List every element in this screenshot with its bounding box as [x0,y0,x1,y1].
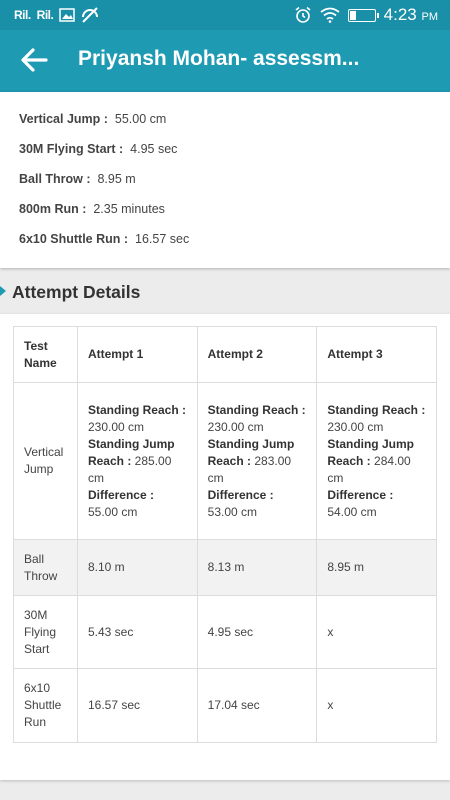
attempt-cell: x [316,595,437,669]
attempt-cell: Standing Reach : 230.00 cm Standing Jump… [316,382,437,540]
table-row-shuttle-run: 6x10 Shuttle Run 16.57 sec 17.04 sec x [13,668,437,743]
table-row-flying-start: 30M Flying Start 5.43 sec 4.95 sec x [13,595,437,669]
header-attempt-2: Attempt 2 [196,326,318,383]
summary-row-ball-throw: Ball Throw : 8.95 m [19,172,136,186]
attempt-cell: Standing Reach : 230.00 cm Standing Jump… [196,382,318,540]
summary-row-shuttle-run: 6x10 Shuttle Run : 16.57 sec [19,232,190,246]
table-header-row: Test Name Attempt 1 Attempt 2 Attempt 3 [13,326,437,383]
no-data-icon [82,7,99,23]
back-arrow-icon[interactable] [18,44,50,76]
attempt-cell: 4.95 sec [196,595,318,669]
test-name-cell: 6x10 Shuttle Run [13,668,78,743]
wifi-icon [320,7,340,23]
alarm-icon [295,6,311,23]
attempt-cell: 17.04 sec [196,668,318,743]
signal-strength-2: Ril. [36,8,54,22]
test-name-cell: Ball Throw [13,539,78,596]
attempt-details-card: Test Name Attempt 1 Attempt 2 Attempt 3 … [0,314,450,780]
image-icon [59,8,76,22]
attempt-cell: 8.95 m [316,539,437,596]
summary-row-800m-run: 800m Run : 2.35 minutes [19,202,165,216]
summary-row-vertical-jump: Vertical Jump : 55.00 cm [19,112,167,126]
best-results-card: Vertical Jump : 55.00 cm 30M Flying Star… [0,92,450,268]
status-bar: Ril. Ril. 4:23 PM [0,0,450,30]
battery-icon [347,8,379,22]
header-test-name: Test Name [13,326,78,383]
attempt-cell: x [316,668,437,743]
section-marker-icon [0,286,6,296]
attempt-cell: Standing Reach : 230.00 cm Standing Jump… [76,382,198,540]
test-name-cell: 30M Flying Start [13,595,78,669]
clock: 4:23 PM [383,5,438,24]
header-attempt-1: Attempt 1 [76,326,198,383]
test-name-cell: Vertical Jump [13,382,78,540]
attempt-details-table: Test Name Attempt 1 Attempt 2 Attempt 3 … [13,326,437,743]
signal-strength-1: Ril. [14,8,31,22]
table-row-ball-throw: Ball Throw 8.10 m 8.13 m 8.95 m [13,539,437,596]
attempt-cell: 8.10 m [76,539,198,596]
table-row-vertical-jump: Vertical Jump Standing Reach : 230.00 cm… [13,382,437,540]
attempt-cell: 8.13 m [196,539,318,596]
attempt-cell: 16.57 sec [76,668,198,743]
section-title: Attempt Details [12,282,141,302]
attempt-details-header: Attempt Details [0,276,450,314]
app-bar: Priyansh Mohan- assessm... [0,30,450,92]
page-title: Priyansh Mohan- assessm... [78,47,360,70]
attempt-cell: 5.43 sec [76,595,198,669]
header-attempt-3: Attempt 3 [316,326,437,383]
summary-row-flying-start: 30M Flying Start : 4.95 sec [19,142,178,156]
